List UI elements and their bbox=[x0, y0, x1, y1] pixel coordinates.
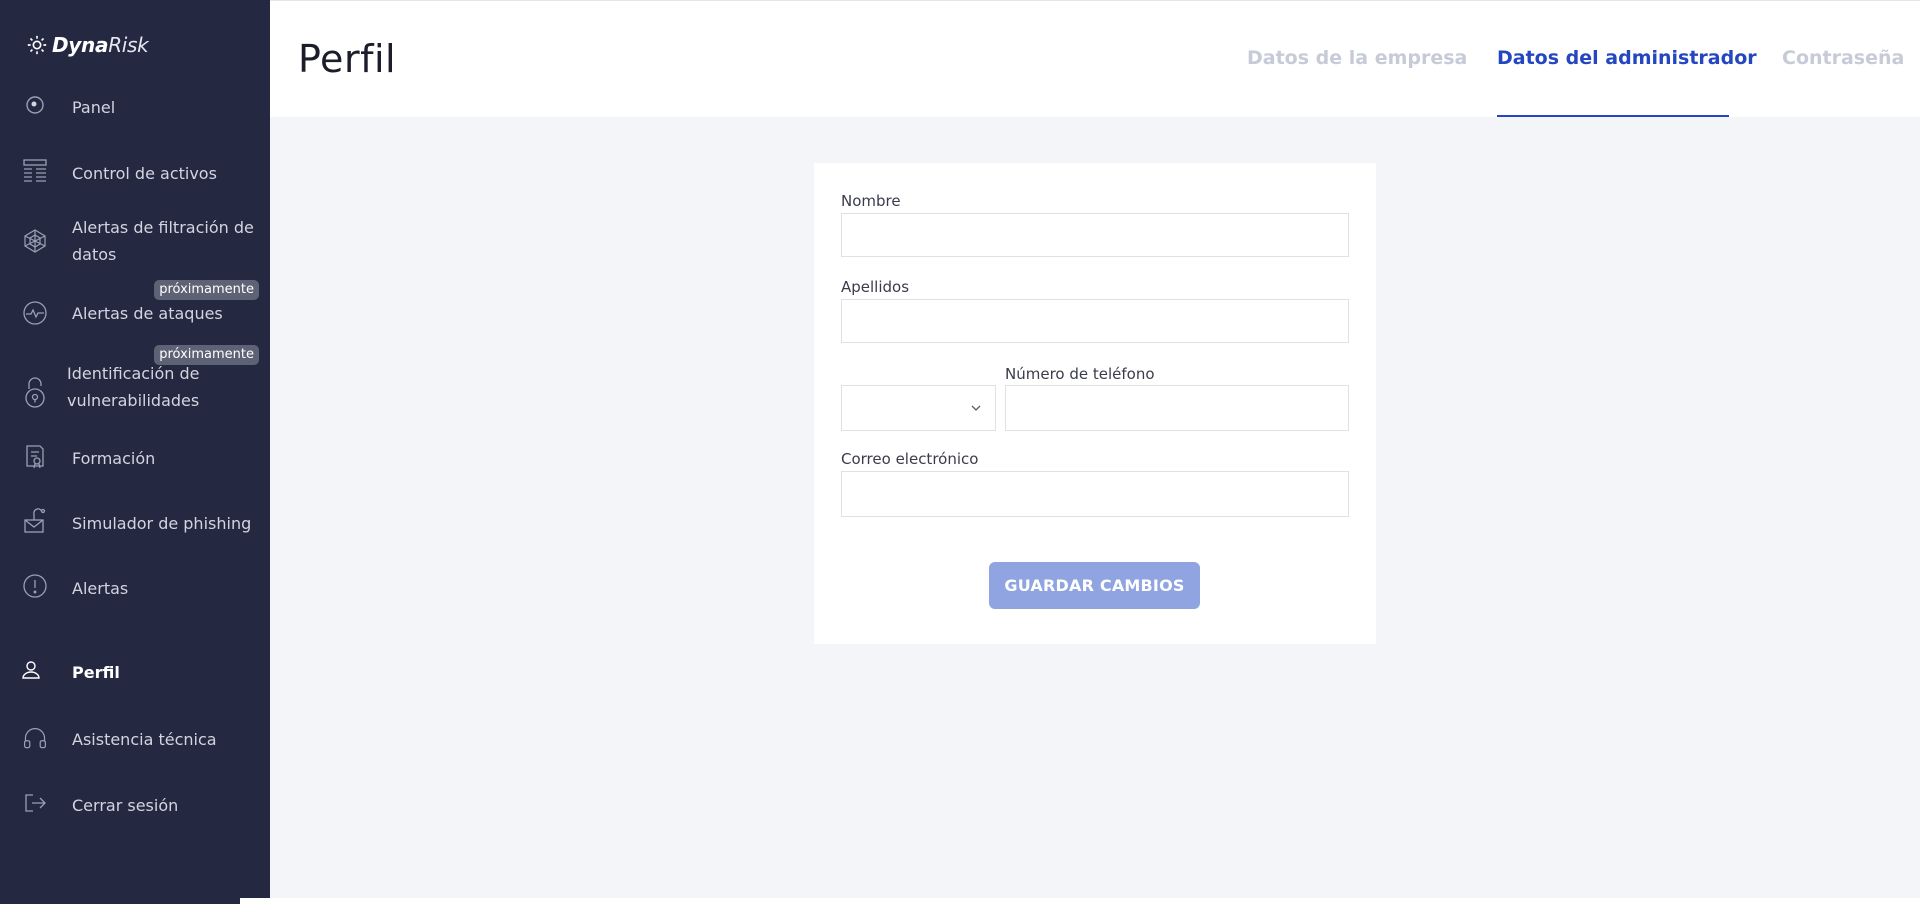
sidebar-item-logout[interactable]: Cerrar sesión bbox=[0, 790, 270, 820]
sidebar-item-label: Panel bbox=[72, 98, 116, 117]
sidebar-item-label: Control de activos bbox=[72, 164, 217, 183]
gear-logo-icon bbox=[27, 35, 47, 55]
nombre-field[interactable] bbox=[841, 213, 1349, 257]
sidebar-item-label-line2: datos bbox=[72, 245, 117, 264]
tab-company-data[interactable]: Datos de la empresa bbox=[1247, 47, 1467, 69]
sidebar-item-label: Cerrar sesión bbox=[72, 796, 179, 815]
chevron-down-icon bbox=[971, 405, 981, 411]
panel-icon bbox=[22, 92, 48, 118]
admin-form-card: Nombre Apellidos Número de teléfono Corr… bbox=[814, 163, 1376, 644]
sidebar-item-label: Alertas de ataques bbox=[72, 304, 223, 323]
telefono-label: Número de teléfono bbox=[1005, 365, 1155, 383]
save-changes-button[interactable]: GUARDAR CAMBIOS bbox=[989, 562, 1200, 609]
sidebar-item-data-leak-alerts[interactable]: Alertas de filtración de datos bbox=[0, 214, 270, 270]
sidebar-item-attack-alerts[interactable]: próximamente Alertas de ataques bbox=[0, 280, 270, 330]
sidebar-item-alerts[interactable]: Alertas bbox=[0, 573, 270, 603]
brand-name-bold: Dyna bbox=[52, 33, 109, 57]
apellidos-field[interactable] bbox=[841, 299, 1349, 343]
apellidos-label: Apellidos bbox=[841, 278, 910, 296]
phishing-icon bbox=[22, 508, 48, 534]
sidebar-item-label-line1: Identificación de bbox=[67, 364, 200, 383]
sidebar-item-label: Formación bbox=[72, 449, 156, 468]
lock-icon bbox=[22, 375, 48, 409]
sidebar-item-label: Alertas bbox=[72, 579, 129, 598]
logout-icon bbox=[22, 790, 48, 816]
sidebar-item-assets[interactable]: Control de activos bbox=[0, 158, 270, 188]
sidebar-item-panel[interactable]: Panel bbox=[0, 92, 270, 122]
headset-icon bbox=[22, 724, 48, 754]
sidebar-item-label: Simulador de phishing bbox=[72, 514, 252, 533]
bottom-edge bbox=[240, 898, 1920, 904]
tab-admin-data[interactable]: Datos del administrador bbox=[1497, 47, 1757, 69]
active-tab-indicator bbox=[1497, 115, 1729, 117]
sidebar-item-profile[interactable]: Perfil bbox=[0, 657, 270, 687]
sidebar-item-label-line2: vulnerabilidades bbox=[67, 391, 200, 410]
web-icon bbox=[22, 228, 48, 254]
correo-label: Correo electrónico bbox=[841, 450, 979, 468]
user-icon bbox=[18, 657, 44, 683]
brand-name-light: Risk bbox=[108, 33, 149, 57]
sidebar-item-label: Asistencia técnica bbox=[72, 730, 217, 749]
sidebar: Dyna Risk Panel Control de activos Alerta… bbox=[0, 0, 270, 904]
tab-password[interactable]: Contraseña bbox=[1782, 47, 1904, 69]
sidebar-item-support[interactable]: Asistencia técnica bbox=[0, 724, 270, 754]
phone-number-field[interactable] bbox=[1005, 385, 1349, 431]
training-icon bbox=[22, 443, 48, 469]
email-field[interactable] bbox=[841, 471, 1349, 517]
assets-icon bbox=[22, 158, 48, 184]
alert-icon bbox=[22, 573, 48, 599]
page-header: Perfil Datos de la empresa Datos del adm… bbox=[270, 1, 1920, 117]
sidebar-item-training[interactable]: Formación bbox=[0, 443, 270, 473]
brand-logo[interactable]: Dyna Risk bbox=[26, 30, 149, 60]
coming-soon-badge: próximamente bbox=[154, 280, 259, 300]
sidebar-item-vulnerabilities[interactable]: próximamente Identificación de vulnerabi… bbox=[0, 345, 270, 413]
pulse-icon bbox=[22, 300, 48, 326]
nombre-label: Nombre bbox=[841, 192, 901, 210]
sidebar-item-label: Perfil bbox=[72, 663, 120, 682]
sidebar-item-label-line1: Alertas de filtración de bbox=[72, 218, 254, 237]
sidebar-item-phishing-simulator[interactable]: Simulador de phishing bbox=[0, 508, 270, 538]
phone-prefix-select[interactable] bbox=[841, 385, 996, 431]
page-title: Perfil bbox=[298, 37, 397, 81]
